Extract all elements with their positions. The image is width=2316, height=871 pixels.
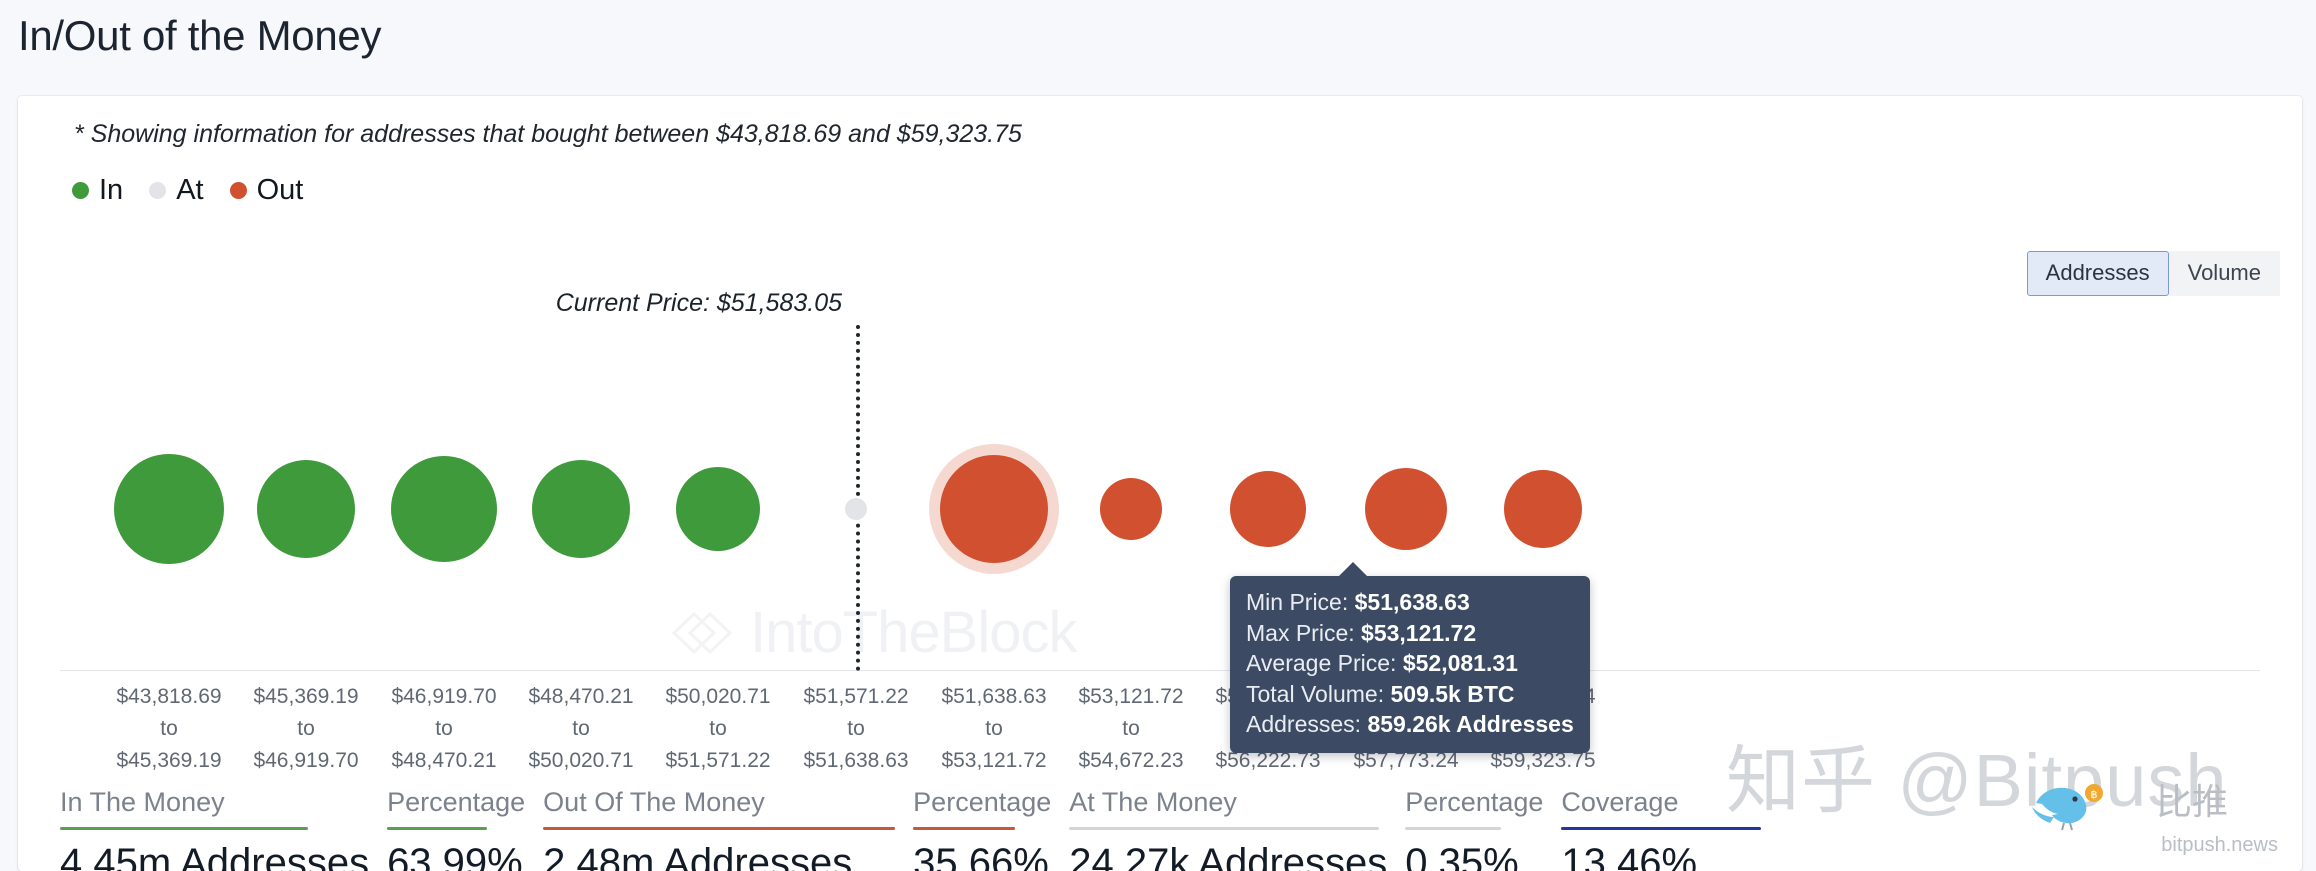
intotheblock-watermark: IntoTheBlock (670, 599, 1078, 666)
tooltip-row-label: Average Price: (1246, 650, 1397, 677)
bubble-out-8[interactable] (1230, 471, 1306, 547)
x-axis-label: $43,818.69 to $45,369.19 (116, 685, 222, 772)
stat-underline (1069, 826, 1380, 830)
stat-label: Percentage (387, 787, 526, 817)
tooltip-row-value: 859.26k Addresses (1367, 711, 1574, 738)
stat-underline (60, 826, 308, 830)
legend-item-at[interactable]: At (149, 174, 204, 206)
circle-icon (149, 182, 167, 199)
stat-value: 0.35% (1405, 840, 1519, 871)
bubble-out-7[interactable] (1100, 478, 1162, 540)
bubble-out-9[interactable] (1365, 468, 1447, 550)
dashboard-page: In/Out of the Money * Showing informatio… (0, 0, 2316, 871)
tooltip-row: Total Volume: 509.5k BTC (1246, 679, 1574, 710)
legend-label: At (176, 174, 204, 206)
bubble-in-1[interactable] (257, 460, 355, 558)
chart-legend: In At Out (72, 176, 303, 205)
stat-label: At The Money (1069, 787, 1237, 817)
stat-value: 13.46% (1561, 840, 1698, 871)
stat-label: Percentage (913, 787, 1052, 817)
tooltip-row-label: Min Price: (1246, 589, 1349, 615)
tooltip-row-label: Total Volume: (1246, 680, 1385, 707)
legend-item-out[interactable]: Out (229, 174, 304, 206)
stat-in-the-money-0: In The Money 4.45m Addresses (60, 786, 369, 871)
tooltip-row-value: $51,638.63 (1354, 589, 1470, 615)
toggle-addresses-button[interactable]: Addresses (2026, 251, 2169, 297)
bubble-in-3[interactable] (532, 460, 630, 558)
stat-underline (1405, 826, 1502, 830)
bitpush-watermark-cn: 比推 (2155, 781, 2228, 822)
bubble-tooltip: Min Price: $51,638.63 Max Price: $53,121.… (1230, 562, 1590, 753)
circle-icon (72, 182, 89, 199)
svg-text:฿: ฿ (2091, 789, 2098, 801)
legend-label: Out (256, 174, 304, 206)
x-axis-label: $53,121.72 to $54,672.23 (1078, 685, 1184, 772)
tooltip-row: Average Price: $52,081.31 (1246, 648, 1574, 679)
stat-underline (913, 826, 1016, 830)
bubble-out-6[interactable] (940, 455, 1048, 563)
stat-underline (387, 826, 488, 830)
legend-item-in[interactable]: In (72, 176, 123, 205)
card-subtitle: * Showing information for addresses that… (74, 120, 1022, 148)
page-title: In/Out of the Money (18, 12, 382, 59)
tooltip-row-label: Addresses: (1246, 711, 1362, 738)
x-axis-label: $51,638.63 to $53,121.72 (941, 685, 1047, 772)
tooltip-row-label: Max Price: (1246, 619, 1355, 646)
bubble-out-10[interactable] (1504, 470, 1582, 548)
bubble-at-5[interactable] (845, 498, 867, 520)
x-axis-label: $50,020.71 to $51,571.22 (665, 685, 771, 772)
stat-value: 4.45m Addresses (60, 840, 370, 871)
x-axis-labels: $43,818.69 to $45,369.19 $45,369.19 to $46,91… (60, 681, 2260, 772)
tooltip-row: Addresses: 859.26k Addresses (1246, 709, 1574, 740)
tooltip-row-value: 509.5k BTC (1390, 680, 1515, 707)
intotheblock-logo-icon (671, 611, 733, 654)
legend-label: In (99, 174, 124, 206)
intotheblock-watermark-text: IntoTheBlock (750, 600, 1078, 665)
stat-label: Percentage (1405, 787, 1544, 817)
stat-coverage-6: Coverage 13.46% (1561, 786, 1762, 871)
stat-percentage-3: Percentage 35.66% (913, 786, 1051, 871)
tooltip-row-value: $53,121.72 (1361, 619, 1477, 646)
current-price-label: Current Price: $51,583.05 (555, 289, 842, 317)
bird-icon: ฿ (2032, 784, 2103, 831)
stat-out-of-the-money-2: Out Of The Money 2.48m Addresses (543, 786, 896, 871)
x-axis-label: $51,571.22 to $51,638.63 (803, 685, 909, 772)
stat-label: Coverage (1561, 787, 1679, 817)
bubble-plot: IntoTheBlock Current Price: $51,583.05 (60, 281, 2260, 671)
stat-at-the-money-4: At The Money 24.27k Addresses (1069, 786, 1387, 871)
stat-percentage-1: Percentage 63.99% (387, 786, 525, 871)
stat-underline (543, 826, 896, 830)
x-axis-line (60, 670, 2260, 671)
stat-value: 63.99% (387, 840, 523, 871)
tooltip-row-value: $52,081.31 (1402, 650, 1518, 677)
stat-value: 24.27k Addresses (1069, 840, 1388, 871)
x-axis-label: $45,369.19 to $46,919.70 (253, 685, 359, 772)
circle-icon (229, 182, 247, 199)
tooltip-row: Min Price: $51,638.63 (1246, 587, 1574, 618)
bubble-in-4[interactable] (676, 467, 760, 551)
x-axis-label: $46,919.70 to $48,470.21 (391, 685, 497, 772)
stat-underline (1561, 826, 1762, 830)
stat-label: Out Of The Money (543, 787, 765, 817)
tooltip-row: Max Price: $53,121.72 (1246, 618, 1574, 649)
stat-value: 35.66% (913, 840, 1049, 871)
bitpush-watermark-url: bitpush.news (2161, 834, 2278, 856)
bubble-in-2[interactable] (391, 456, 497, 562)
x-axis-label: $48,470.21 to $50,020.71 (528, 685, 634, 772)
bubble-in-0[interactable] (114, 454, 224, 564)
stat-percentage-5: Percentage 0.35% (1405, 786, 1543, 871)
in-out-money-card: * Showing information for addresses that… (18, 96, 2302, 871)
stat-value: 2.48m Addresses (543, 840, 853, 871)
summary-stats: In The Money 4.45m Addresses Percentage 63.… (60, 786, 1779, 871)
stat-label: In The Money (60, 787, 225, 817)
